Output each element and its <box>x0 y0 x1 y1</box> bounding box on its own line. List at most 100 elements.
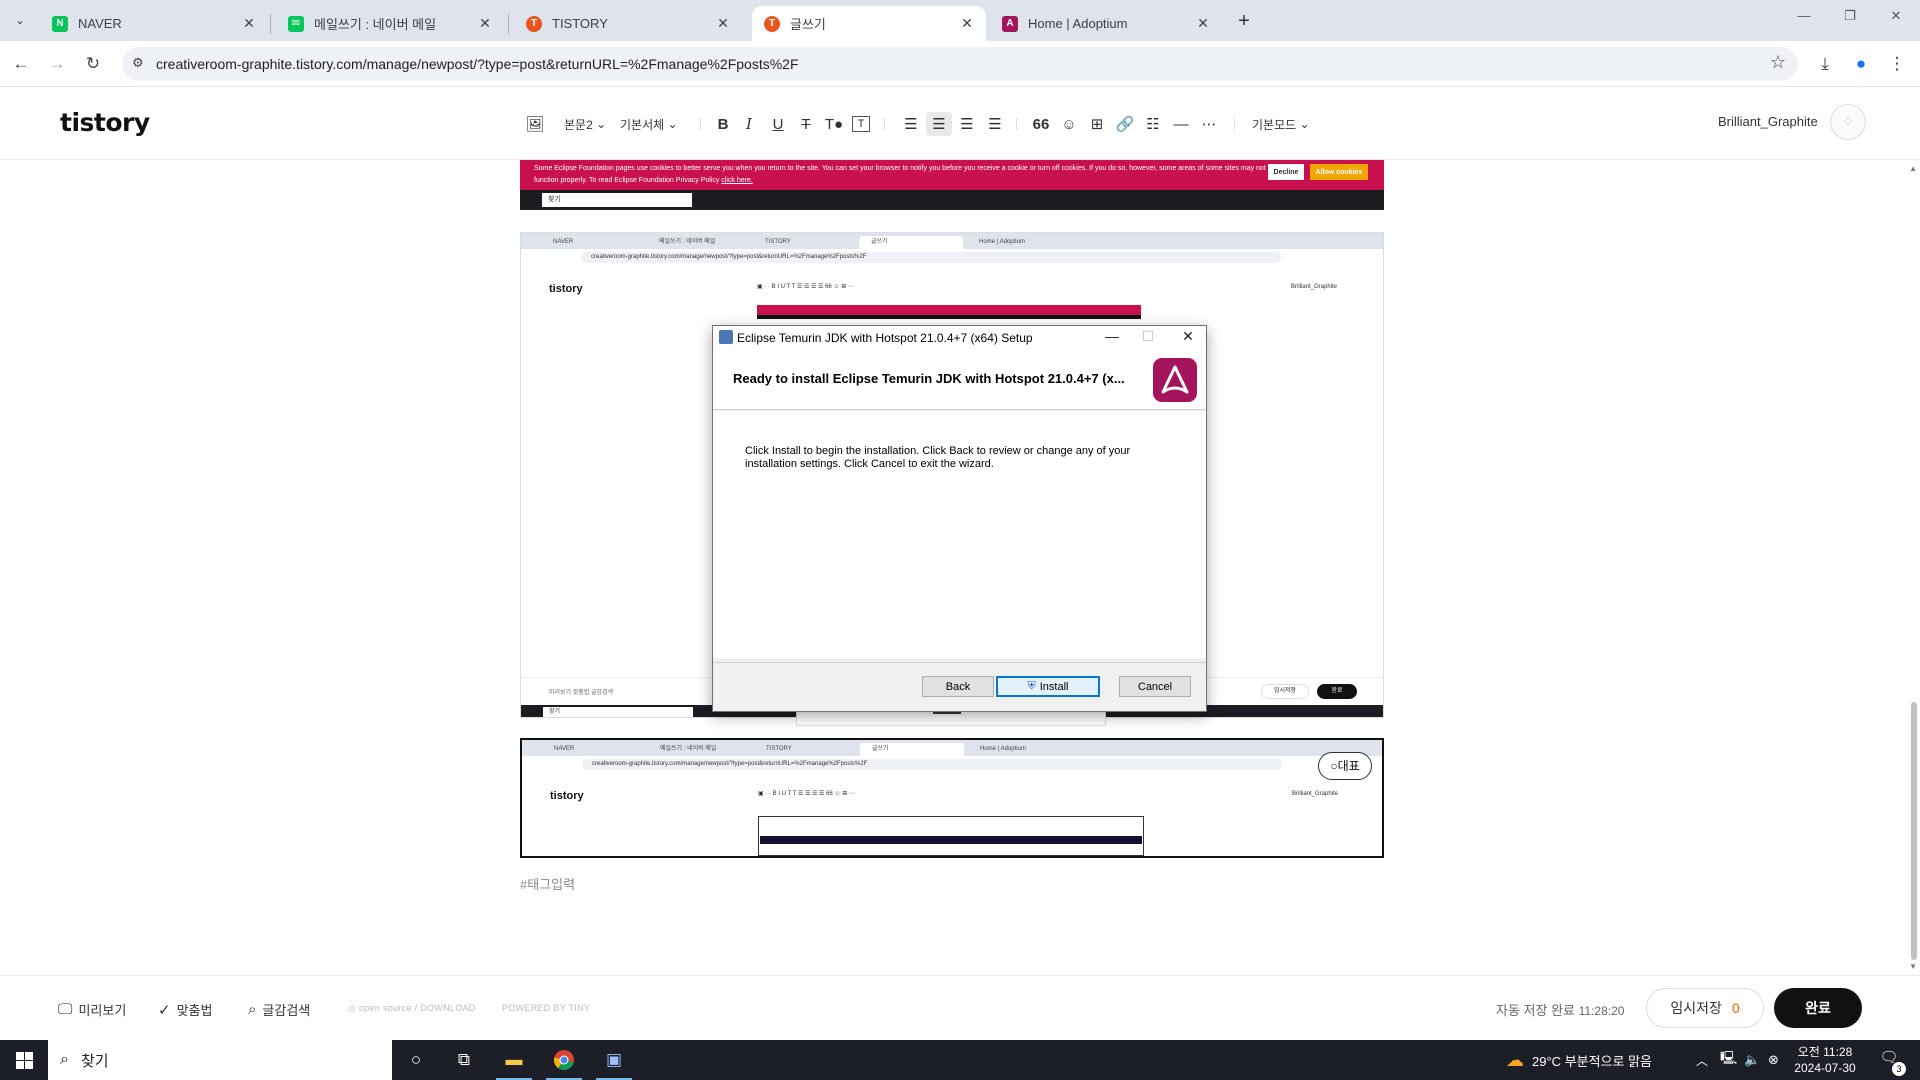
scroll-up-icon[interactable]: ▲ <box>1909 164 1917 173</box>
close-tab-icon[interactable]: ✕ <box>714 15 732 32</box>
chrome-icon[interactable] <box>540 1040 588 1080</box>
site-settings-icon[interactable]: ⚙ <box>132 55 144 71</box>
task-view-icon[interactable]: ⧉ <box>440 1040 488 1080</box>
bold-icon[interactable]: B <box>712 112 734 136</box>
tab-title: TISTORY <box>552 16 608 31</box>
notification-count: 3 <box>1892 1062 1906 1076</box>
scrollbar-thumb[interactable] <box>1911 702 1917 960</box>
windows-start-icon[interactable] <box>0 1040 48 1080</box>
restore-window-icon[interactable]: ❐ <box>1830 8 1870 24</box>
bookmark-star-icon[interactable]: ☆ <box>1770 52 1786 73</box>
mini-footer-text: 미리보기 맞춤법 글감검색 <box>549 690 614 696</box>
taskbar-search-box[interactable]: ⌕ 찾기 <box>48 1040 392 1080</box>
close-tab-icon[interactable]: ✕ <box>958 15 976 32</box>
notification-center-icon[interactable]: 🗨 3 <box>1874 1048 1906 1076</box>
dialog-title-bar[interactable]: Eclipse Temurin JDK with Hotspot 21.0.4+… <box>713 326 1206 350</box>
tab-search-chevron-icon[interactable]: ⌄ <box>8 8 32 32</box>
temp-save-button[interactable]: 임시저장 0 <box>1646 988 1764 1028</box>
dialog-minimize-icon[interactable]: — <box>1094 328 1130 344</box>
tray-overflow-chevron-icon[interactable]: ︿ <box>1696 1040 1708 1080</box>
text-background-icon[interactable]: T <box>852 116 870 132</box>
cookie-allow-button: Allow cookies <box>1310 164 1368 180</box>
windows-taskbar: ⌕ 찾기 ○ ⧉ ▬ ▣ ☁ 29°C 부분적으로 맑음 ︿ 🖳 🔈 ⊗ 오전 … <box>0 1040 1920 1080</box>
profile-icon[interactable]: ● <box>1850 53 1872 75</box>
temp-save-label: 임시저장 <box>1670 1000 1722 1016</box>
align-left-icon[interactable]: ☰ <box>900 112 922 136</box>
taskbar-clock[interactable]: 오전 11:28 2024-07-30 <box>1790 1044 1860 1076</box>
emoticon-icon[interactable]: ☺ <box>1058 112 1080 136</box>
tab-adoptium[interactable]: A Home | Adoptium ✕ <box>990 6 1222 41</box>
close-window-icon[interactable]: ✕ <box>1876 8 1916 24</box>
browser-tab-bar: ⌄ N NAVER ✕ ✉ 메일쓰기 : 네이버 메일 ✕ T TISTORY … <box>0 0 1920 41</box>
new-tab-plus-icon[interactable]: + <box>1234 10 1254 33</box>
preview-button[interactable]: 🖵 미리보기 <box>58 1000 126 1019</box>
back-button[interactable]: Back <box>922 676 994 697</box>
opensource-link[interactable]: ◎ open source / DOWNLOAD <box>348 1003 476 1014</box>
representative-image-badge[interactable]: ○대표 <box>1318 752 1372 780</box>
install-button[interactable]: ⛨ Install <box>996 676 1100 697</box>
installer-dialog[interactable]: Eclipse Temurin JDK with Hotspot 21.0.4+… <box>712 325 1207 712</box>
table-icon[interactable]: ⊞ <box>1086 112 1108 136</box>
download-icon[interactable]: ⤓ <box>1814 53 1836 75</box>
mini-tab: 메일쓰기 : 네이버 메일 <box>660 746 717 752</box>
paragraph-style-label: 본문2 <box>564 117 593 132</box>
search-icon: ⌕ <box>60 1051 69 1068</box>
tistory-logo[interactable]: tistory <box>60 108 150 137</box>
tab-naver-mail[interactable]: ✉ 메일쓰기 : 네이버 메일 ✕ <box>276 6 504 41</box>
tab-write-post[interactable]: T 글쓰기 ✕ <box>752 6 986 41</box>
forward-arrow-icon[interactable]: → <box>46 53 68 75</box>
user-avatar[interactable]: ⁘ <box>1830 104 1866 140</box>
file-explorer-icon[interactable]: ▬ <box>490 1040 538 1080</box>
spellcheck-icon: ✓ <box>158 1001 171 1019</box>
tag-input[interactable]: #태그입력 <box>520 874 575 893</box>
quote-icon[interactable]: 66 <box>1030 112 1052 136</box>
close-tab-icon[interactable]: ✕ <box>240 15 258 32</box>
system-tray-status-icon[interactable]: ⊗ <box>1768 1040 1779 1080</box>
italic-icon[interactable]: I <box>738 112 760 136</box>
cookie-banner-text: Some Eclipse Foundation pages use cookie… <box>534 165 1266 184</box>
embedded-screenshot-cookie-banner[interactable]: Some Eclipse Foundation pages use cookie… <box>520 160 1384 210</box>
paragraph-style-dropdown[interactable]: 본문2 ⌄ <box>564 112 606 136</box>
cortana-circle-icon[interactable]: ○ <box>392 1040 440 1080</box>
installer-app-icon[interactable]: ▣ <box>590 1040 638 1080</box>
horizontal-line-icon[interactable]: — <box>1170 112 1192 136</box>
browser-menu-kebab-icon[interactable]: ⋮ <box>1886 53 1908 75</box>
tab-naver[interactable]: N NAVER ✕ <box>40 6 268 41</box>
link-icon[interactable]: 🔗 <box>1114 112 1136 136</box>
strikethrough-icon[interactable]: T <box>795 112 817 136</box>
scroll-down-icon[interactable]: ▼ <box>1909 962 1917 971</box>
volume-muted-icon[interactable]: 🔈 <box>1744 1040 1760 1080</box>
align-center-icon[interactable]: ☰ <box>926 112 952 136</box>
dialog-close-icon[interactable]: ✕ <box>1170 328 1206 345</box>
weather-widget[interactable]: ☁ 29°C 부분적으로 맑음 <box>1506 1040 1652 1080</box>
close-tab-icon[interactable]: ✕ <box>1194 15 1212 32</box>
url-omnibox[interactable]: ⚙ creativeroom-graphite.tistory.com/mana… <box>122 47 1798 81</box>
embedded-screenshot-selected[interactable]: NAVER 메일쓰기 : 네이버 메일 TISTORY 글쓰기 Home | A… <box>520 738 1384 858</box>
insert-image-icon[interactable]: 🖼 <box>524 112 546 136</box>
content-search-button[interactable]: ⌕ 글감검색 <box>248 1000 310 1019</box>
minimize-window-icon[interactable]: — <box>1784 8 1824 23</box>
align-right-icon[interactable]: ☰ <box>956 112 978 136</box>
network-icon[interactable]: 🖳 <box>1720 1040 1737 1080</box>
tab-title: 메일쓰기 : 네이버 메일 <box>314 17 437 32</box>
back-arrow-icon[interactable]: ← <box>10 53 32 75</box>
text-color-icon[interactable]: T● <box>823 112 845 136</box>
editor-mode-dropdown[interactable]: 기본모드 ⌄ <box>1252 112 1310 136</box>
powered-by-tiny: POWERED BY TINY <box>502 1003 591 1013</box>
username[interactable]: Brilliant_Graphite <box>1718 114 1818 129</box>
mini-search-box: 찾기 <box>543 707 693 717</box>
url-text[interactable]: creativeroom-graphite.tistory.com/manage… <box>156 56 799 72</box>
bullet-list-icon[interactable]: ☷ <box>1142 112 1164 136</box>
font-family-dropdown[interactable]: 기본서체 ⌄ <box>620 112 678 136</box>
more-options-icon[interactable]: ⋯ <box>1198 112 1220 136</box>
underline-icon[interactable]: U <box>767 112 789 136</box>
tab-tistory[interactable]: T TISTORY ✕ <box>514 6 742 41</box>
publish-done-button[interactable]: 완료 <box>1774 988 1862 1028</box>
cancel-button[interactable]: Cancel <box>1119 676 1191 697</box>
dialog-description: Click Install to begin the installation.… <box>745 445 1131 470</box>
reload-icon[interactable]: ↻ <box>82 53 104 75</box>
close-tab-icon[interactable]: ✕ <box>476 15 494 32</box>
spellcheck-button[interactable]: ✓ 맞춤법 <box>158 1000 212 1019</box>
clock-date: 2024-07-30 <box>1794 1061 1856 1075</box>
align-justify-icon[interactable]: ☰ <box>984 112 1006 136</box>
